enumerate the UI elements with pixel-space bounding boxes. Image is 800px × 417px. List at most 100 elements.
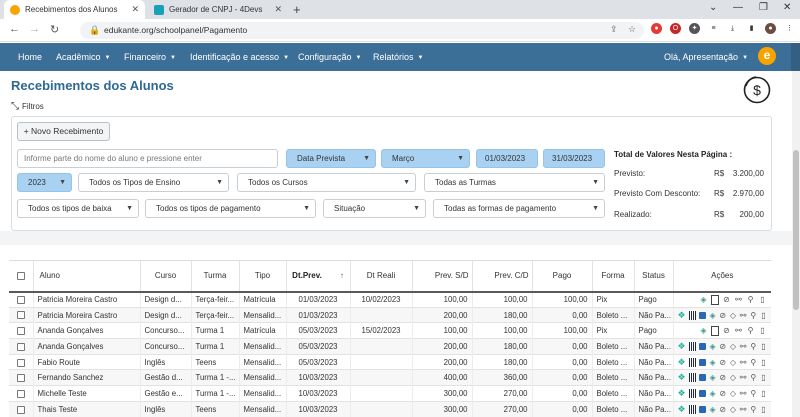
col-forma[interactable]: Forma	[591, 260, 634, 293]
barcode-icon[interactable]	[688, 388, 696, 398]
row-checkbox[interactable]	[16, 405, 25, 414]
link-icon[interactable]: ⚯	[739, 358, 747, 367]
browser-tab-gerador[interactable]: Gerador de CNPJ - 4Devs ✕	[148, 0, 288, 19]
date-to-input[interactable]: 31/03/2023	[543, 149, 605, 168]
row-checkbox[interactable]	[16, 358, 25, 367]
nav-academico[interactable]: Acadêmico ▼	[56, 52, 110, 62]
close-tab-icon[interactable]: ✕	[131, 4, 139, 15]
discount-tag-icon[interactable]: ◇	[729, 373, 736, 382]
cancel-icon[interactable]: ⊘	[722, 295, 731, 304]
credit-card-icon[interactable]	[698, 342, 706, 350]
year-select[interactable]: 2023 ▼	[17, 173, 72, 192]
barcode-icon[interactable]	[688, 341, 696, 351]
extension-abp-icon[interactable]: ●	[651, 23, 662, 34]
trash-icon[interactable]: ▯	[760, 311, 767, 320]
row-checkbox[interactable]	[16, 374, 25, 383]
bookmark-star-icon[interactable]: ☆	[628, 24, 636, 35]
table-row[interactable]: Patricia Moreira Castro Design d... Terça-…	[9, 291, 771, 308]
date-from-input[interactable]: 01/03/2023	[476, 149, 538, 168]
pix-icon[interactable]: ❖	[678, 310, 686, 320]
search-icon[interactable]: ⚲	[750, 373, 757, 382]
table-row[interactable]: Patricia Moreira Castro Design d... Terça-…	[9, 306, 771, 323]
profile-avatar[interactable]: ●	[765, 23, 776, 34]
link-icon[interactable]: ⚯	[739, 389, 747, 398]
discount-tag-icon[interactable]: ◇	[729, 342, 736, 351]
discount-tag-icon[interactable]: ◇	[729, 389, 736, 398]
col-curso[interactable]: Curso	[139, 260, 191, 293]
nav-financeiro[interactable]: Financeiro ▼	[124, 52, 176, 62]
situacao-select[interactable]: Situação ▼	[323, 199, 426, 218]
filters-toggle[interactable]: ⤡ Filtros	[11, 101, 44, 112]
row-checkbox[interactable]	[16, 342, 25, 351]
nav-configuracao[interactable]: Configuração ▼	[298, 52, 362, 62]
col-dt-prev[interactable]: Dt.Prev. ↑	[285, 260, 350, 293]
col-pago[interactable]: Pago	[531, 260, 592, 293]
tipos-pagamento-select[interactable]: Todos os tipos de pagamento ▼	[145, 199, 316, 218]
tipos-ensino-select[interactable]: Todos os Tipos de Ensino ▼	[78, 173, 229, 192]
link-icon[interactable]: ⚯	[739, 373, 747, 382]
row-checkbox[interactable]	[16, 296, 25, 305]
col-prev-cd[interactable]: Prev. C/D	[471, 260, 532, 293]
pix-icon[interactable]: ❖	[678, 373, 686, 382]
credit-card-icon[interactable]	[698, 311, 706, 319]
browser-tab-recebimentos[interactable]: Recebimentos dos Alunos ✕	[4, 0, 145, 19]
col-prev-sd[interactable]: Prev. S/D	[411, 260, 472, 293]
pix-icon[interactable]: ❖	[678, 341, 686, 351]
select-all-checkbox[interactable]	[16, 272, 25, 281]
table-row[interactable]: Ananda Gonçalves Concurso... Turma 1 Matríc…	[9, 322, 771, 339]
search-icon[interactable]: ⚲	[746, 295, 755, 304]
cancel-icon[interactable]: ⊘	[719, 389, 726, 398]
link-icon[interactable]: ⚯	[734, 295, 743, 304]
barcode-icon[interactable]	[688, 404, 696, 414]
gem-icon[interactable]: ◈	[709, 358, 716, 367]
pix-icon[interactable]: ❖	[678, 388, 686, 398]
trash-icon[interactable]: ▯	[760, 389, 767, 398]
table-row[interactable]: Michelle Teste Gestão e... Turma 1 -... Men…	[9, 385, 771, 402]
nav-home[interactable]: Home	[18, 52, 42, 62]
minimize-icon[interactable]: —	[733, 2, 743, 13]
media-icon[interactable]: ≡	[708, 23, 719, 34]
table-row[interactable]: Fabio Route Inglês Teens Mensalid... 05/03/2…	[9, 353, 771, 370]
credit-card-icon[interactable]	[698, 405, 706, 413]
browser-menu-icon[interactable]: ⋮	[784, 23, 795, 34]
trash-icon[interactable]: ▯	[760, 405, 767, 414]
tipos-baixa-select[interactable]: Todos os tipos de baixa ▼	[17, 199, 139, 218]
trash-icon[interactable]: ▯	[760, 342, 767, 351]
search-icon[interactable]: ⚲	[750, 405, 757, 414]
reload-icon[interactable]: ↻	[50, 23, 59, 36]
search-icon[interactable]: ⚲	[750, 311, 757, 320]
discount-tag-icon[interactable]: ◇	[729, 311, 736, 320]
nav-identificacao[interactable]: Identificação e acesso ▼	[190, 52, 289, 62]
page-scrollbar-thumb[interactable]	[793, 150, 799, 310]
receipt-icon[interactable]	[711, 294, 719, 305]
close-tab-icon[interactable]: ✕	[274, 4, 282, 15]
table-row[interactable]: Thais Teste Inglês Teens Mensalid... 10/03/2…	[9, 400, 771, 417]
search-icon[interactable]: ⚲	[750, 389, 757, 398]
maximize-icon[interactable]: ❐	[759, 2, 768, 13]
barcode-icon[interactable]	[688, 373, 696, 383]
gem-icon[interactable]: ◈	[699, 295, 708, 304]
search-icon[interactable]: ⚲	[750, 342, 757, 351]
link-icon[interactable]: ⚯	[739, 311, 747, 320]
col-tipo[interactable]: Tipo	[238, 260, 286, 293]
close-window-icon[interactable]: ✕	[783, 2, 791, 13]
col-status[interactable]: Status	[633, 260, 673, 293]
formas-pagamento-select[interactable]: Todas as formas de pagamento ▼	[433, 199, 605, 218]
date-type-select[interactable]: Data Prevista ▼	[286, 149, 376, 168]
trash-icon[interactable]: ▯	[760, 373, 767, 382]
link-icon[interactable]: ⚯	[739, 405, 747, 414]
nav-user-menu[interactable]: Olá, Apresentação ▼	[664, 52, 748, 62]
nav-relatorios[interactable]: Relatórios ▼	[373, 52, 423, 62]
new-tab-icon[interactable]: +	[293, 2, 301, 17]
receipt-icon[interactable]	[711, 325, 719, 336]
col-turma[interactable]: Turma	[190, 260, 239, 293]
link-icon[interactable]: ⚯	[734, 326, 743, 335]
back-icon[interactable]: ←	[9, 23, 20, 35]
row-checkbox[interactable]	[16, 327, 25, 336]
col-dt-real[interactable]: Dt Reali	[349, 260, 412, 293]
cancel-icon[interactable]: ⊘	[719, 311, 726, 320]
credit-card-icon[interactable]	[698, 358, 706, 366]
table-row[interactable]: Ananda Gonçalves Concurso... Turma 1 Mensal…	[9, 338, 771, 355]
discount-tag-icon[interactable]: ◇	[729, 358, 736, 367]
gem-icon[interactable]: ◈	[709, 389, 716, 398]
